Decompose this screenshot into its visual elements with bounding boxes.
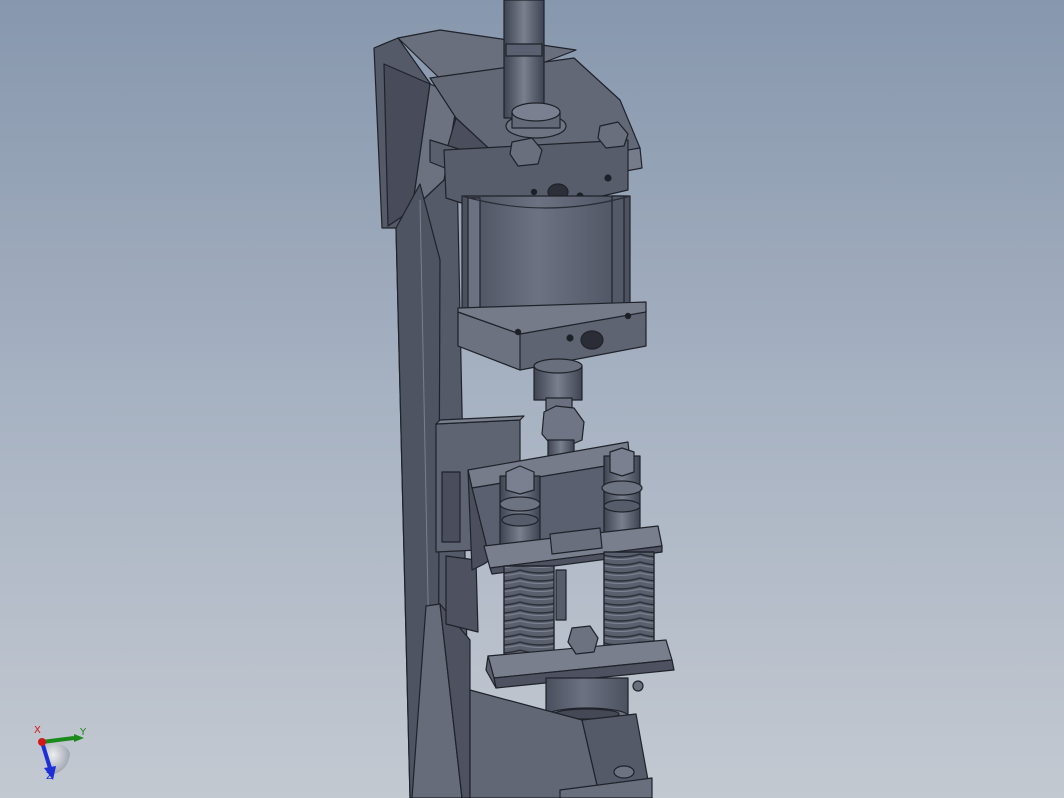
triad-y-label: Y <box>80 727 87 738</box>
center-guide-rod <box>555 569 567 621</box>
guide-post-left <box>499 465 541 551</box>
cad-graphics-viewport[interactable]: X Y Z <box>0 0 1064 798</box>
triad-x-label: X <box>34 725 41 736</box>
press-assembly-model[interactable] <box>0 0 1064 798</box>
triad-z-label: Z <box>46 771 53 782</box>
reference-triad: X Y Z <box>28 724 98 786</box>
compression-spring-left <box>503 565 555 665</box>
piston-rod-top <box>503 0 545 119</box>
compression-spring-right <box>603 551 655 653</box>
guide-post-right <box>601 447 643 541</box>
